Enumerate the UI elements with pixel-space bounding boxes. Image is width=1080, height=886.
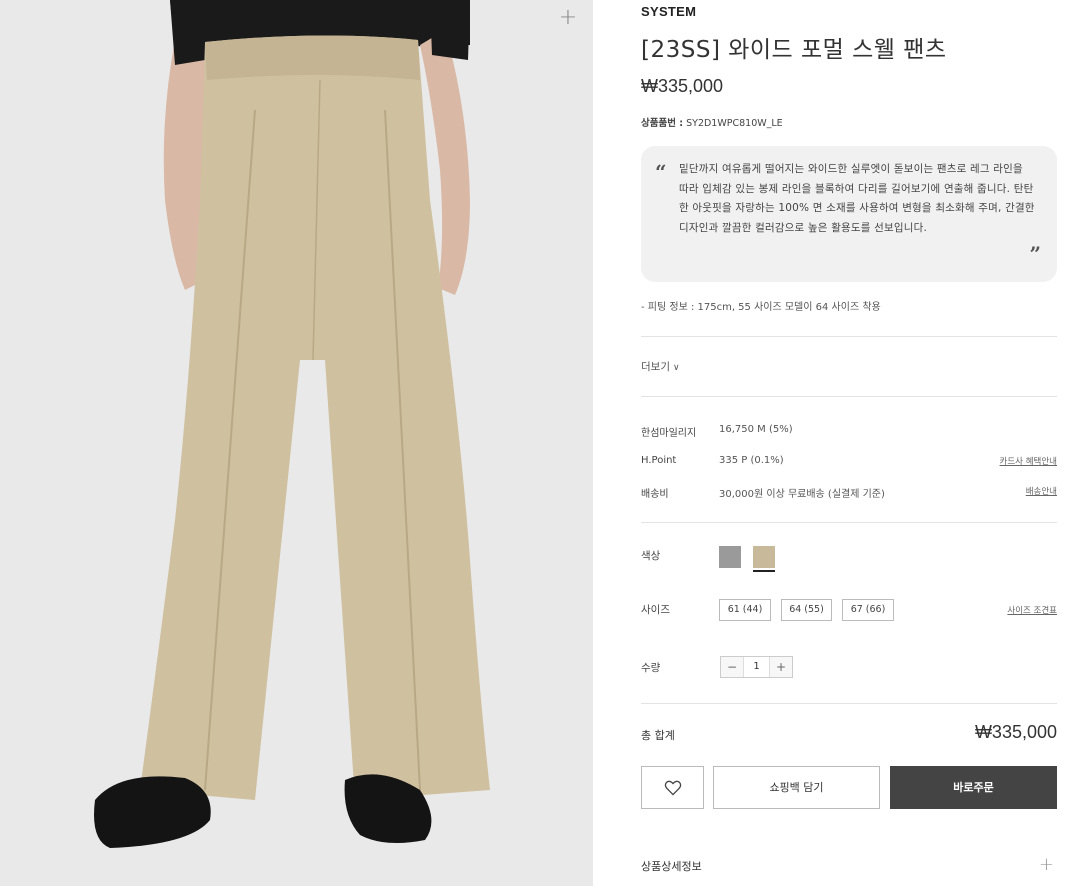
- heart-icon: [664, 780, 681, 795]
- size-label: 사이즈: [641, 604, 670, 616]
- shipping-info-link[interactable]: 배송안내: [1026, 485, 1057, 497]
- expand-plus-icon[interactable]: +: [1039, 854, 1054, 875]
- brand-name[interactable]: SYSTEM: [641, 4, 696, 19]
- product-image: +: [0, 0, 593, 886]
- benefit-value: 16,750 M (5%): [719, 424, 793, 435]
- size-option-67[interactable]: 67 (66): [842, 599, 894, 621]
- description-box: “ 밑단까지 여유롭게 떨어지는 와이드한 실루엣이 돋보이는 팬츠로 레그 라…: [641, 146, 1057, 282]
- wishlist-button[interactable]: [641, 766, 704, 809]
- divider: [641, 522, 1057, 523]
- benefit-row-hpoint: H.Point 335 P (0.1%) 카드사 혜택안내: [641, 455, 1057, 473]
- more-label: 더보기: [641, 361, 670, 373]
- divider: [641, 703, 1057, 704]
- benefit-key: H.Point: [641, 455, 677, 466]
- color-swatch-beige[interactable]: [753, 546, 775, 568]
- benefit-row-shipping: 배송비 30,000원 이상 무료배송 (실결제 기준) 배송안내: [641, 485, 1057, 503]
- product-photo-illustration: [0, 0, 593, 886]
- quote-close-icon: ”: [1029, 242, 1041, 266]
- zoom-plus-icon[interactable]: +: [556, 6, 580, 30]
- quantity-stepper: − 1 +: [720, 656, 793, 678]
- size-option-64[interactable]: 64 (55): [781, 599, 832, 621]
- add-to-cart-button[interactable]: 쇼핑백 담기: [713, 766, 880, 809]
- divider: [641, 336, 1057, 337]
- description-text: 밑단까지 여유롭게 떨어지는 와이드한 실루엣이 돋보이는 팬츠로 레그 라인을…: [679, 163, 1035, 234]
- benefit-value: 30,000원 이상 무료배송 (실결제 기준): [719, 489, 885, 500]
- quantity-plus-button[interactable]: +: [770, 657, 792, 677]
- benefit-row-mileage: 한섬마일리지 16,750 M (5%): [641, 424, 1057, 442]
- product-price: ₩335,000: [641, 76, 724, 96]
- selected-swatch-indicator: [753, 570, 775, 572]
- product-code-label: 상품품번 :: [641, 118, 684, 129]
- product-title: [23SS] 와이드 포멀 스웰 팬츠: [641, 37, 947, 63]
- benefit-key: 배송비: [641, 489, 669, 500]
- product-code: 상품품번 : SY2D1WPC810W_LE: [641, 115, 783, 129]
- quote-open-icon: “: [655, 160, 667, 184]
- benefit-key: 한섬마일리지: [641, 428, 697, 439]
- size-guide-link[interactable]: 사이즈 조견표: [1007, 604, 1057, 616]
- quantity-label: 수량: [641, 662, 661, 674]
- card-benefit-link[interactable]: 카드사 혜택안내: [1000, 455, 1057, 467]
- total-label: 총 합계: [641, 729, 675, 742]
- fitting-info: - 피팅 정보 : 175cm, 55 사이즈 모델이 64 사이즈 착용: [641, 302, 881, 313]
- size-option-61[interactable]: 61 (44): [719, 599, 771, 621]
- product-info-panel: SYSTEM [23SS] 와이드 포멀 스웰 팬츠 ₩335,000 상품품번…: [593, 0, 1080, 886]
- buy-now-button[interactable]: 바로주문: [890, 766, 1057, 809]
- color-label: 색상: [641, 550, 661, 562]
- quantity-minus-button[interactable]: −: [721, 657, 743, 677]
- chevron-down-icon: ∨: [672, 363, 680, 373]
- quantity-value[interactable]: 1: [743, 657, 770, 677]
- divider: [641, 396, 1057, 397]
- more-toggle[interactable]: 더보기 ∨: [641, 359, 680, 374]
- color-swatch-gray[interactable]: [719, 546, 741, 568]
- product-detail-label[interactable]: 상품상세정보: [641, 858, 702, 874]
- product-code-value: SY2D1WPC810W_LE: [686, 118, 783, 129]
- total-value: ₩335,000: [974, 722, 1057, 742]
- benefit-value: 335 P (0.1%): [719, 455, 784, 466]
